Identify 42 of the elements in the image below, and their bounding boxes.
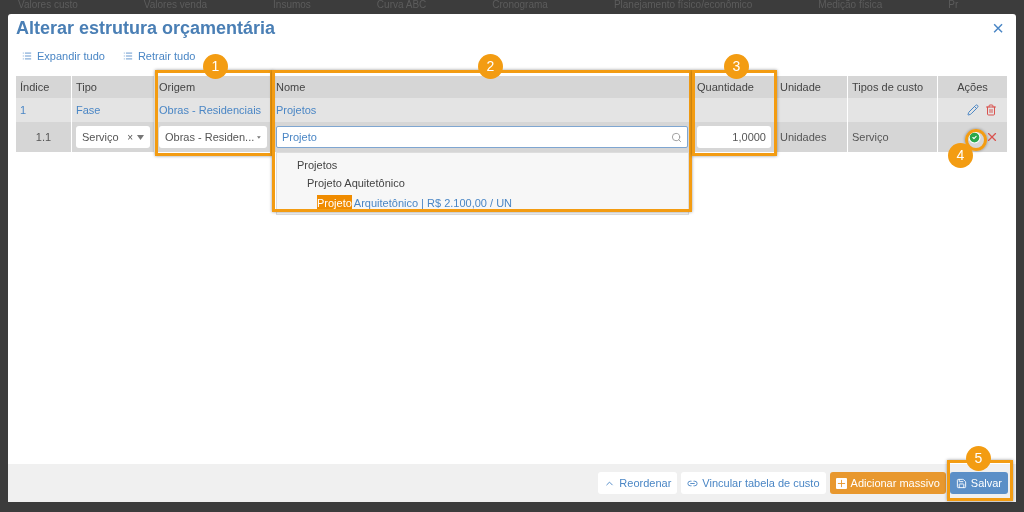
- list-icon: [122, 51, 133, 61]
- caret-icon: [257, 134, 261, 140]
- column-header: Origem: [159, 79, 196, 95]
- table-cell-text: Fase: [76, 102, 101, 118]
- close-icon[interactable]: [985, 130, 999, 144]
- list-icon: [22, 51, 32, 61]
- close-button[interactable]: ×: [988, 13, 1008, 43]
- column-header: Unidade: [780, 79, 821, 95]
- column-header: Índice: [20, 79, 50, 95]
- confirm-icon[interactable]: [968, 130, 981, 144]
- table-cell-text: Unidades: [780, 129, 827, 145]
- origin-select[interactable]: Obras - Residen...: [159, 126, 267, 148]
- table-cell-text: 1.1: [35, 129, 52, 145]
- quantity-field[interactable]: 1,0000: [697, 126, 771, 148]
- save-icon: [955, 477, 967, 489]
- column-header: Nome: [276, 79, 306, 95]
- type-select[interactable]: Serviço ×: [76, 126, 150, 148]
- table-cell-text: Obras - Residenciais: [159, 102, 262, 118]
- search-field[interactable]: Projeto: [276, 126, 688, 148]
- plus-icon: [835, 477, 847, 489]
- caret-icon: [137, 134, 144, 140]
- trash-icon[interactable]: [985, 104, 997, 116]
- dialog-title: Alterar estrutura orçamentária: [16, 16, 277, 40]
- column-header: Quantidade: [697, 79, 754, 95]
- result-group: Projeto Aquitetônico: [277, 174, 688, 192]
- edit-icon[interactable]: [967, 104, 979, 116]
- table-cell-text: 1: [20, 102, 27, 118]
- footer-button[interactable]: Vincular tabela de custo: [681, 472, 826, 494]
- result-option[interactable]: Projeto Arquitetônico | R$ 2.100,00 / UN: [277, 192, 688, 214]
- footer-button[interactable]: Adicionar massivo: [829, 472, 946, 494]
- column-header: Tipos de custo: [852, 79, 924, 95]
- column-header: Tipo: [76, 79, 97, 95]
- option-text: Arquitetônico | R$ 2.100,00 / UN: [353, 195, 513, 211]
- search-icon: [671, 131, 682, 143]
- table-cell-text: Projetos: [276, 102, 317, 118]
- column-header: Ações: [957, 79, 988, 95]
- toolbar-button[interactable]: Expandir tudo: [22, 47, 105, 65]
- toolbar-button[interactable]: Retrair tudo: [122, 47, 196, 65]
- footer-button[interactable]: Reordenar: [598, 472, 678, 494]
- result-group: Projetos: [277, 156, 688, 174]
- table-cell-text: Serviço: [852, 129, 889, 145]
- footer-button[interactable]: Salvar: [949, 472, 1008, 494]
